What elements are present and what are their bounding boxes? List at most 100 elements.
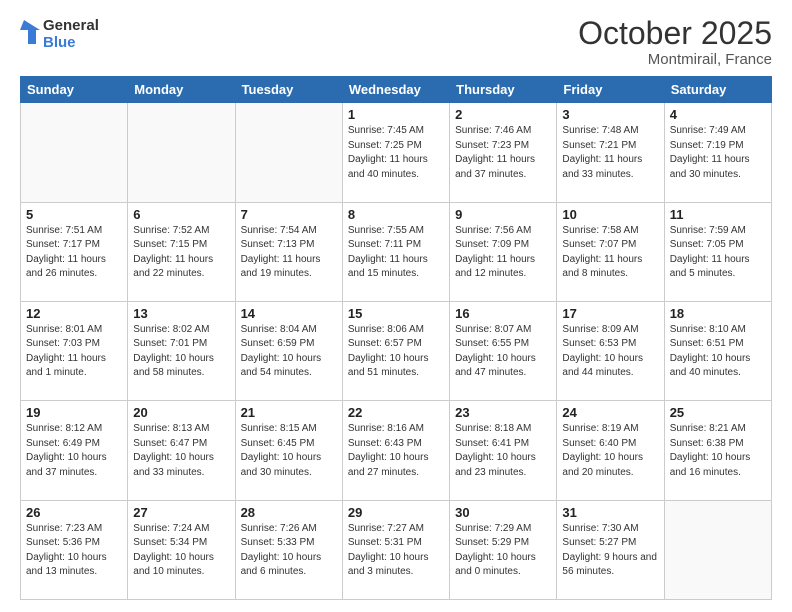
day-info: Sunrise: 8:04 AM Sunset: 6:59 PM Dayligh… bbox=[241, 323, 337, 381]
week-row-4: 26 Sunrise: 7:23 AM Sunset: 5:36 PM Dayli… bbox=[21, 500, 772, 599]
title-block: October 2025 Montmirail, France bbox=[578, 16, 772, 68]
day-info: Sunrise: 7:52 AM Sunset: 7:15 PM Dayligh… bbox=[133, 224, 229, 282]
day-number: 16 bbox=[455, 306, 551, 321]
day-info: Sunrise: 7:30 AM Sunset: 5:27 PM Dayligh… bbox=[562, 522, 658, 580]
table-row bbox=[235, 103, 342, 202]
table-row bbox=[21, 103, 128, 202]
table-row: 25 Sunrise: 8:21 AM Sunset: 6:38 PM Dayli… bbox=[664, 401, 771, 500]
logo-general: General bbox=[43, 17, 99, 34]
col-monday: Monday bbox=[128, 77, 235, 103]
table-row bbox=[128, 103, 235, 202]
day-number: 21 bbox=[241, 405, 337, 420]
table-row: 29 Sunrise: 7:27 AM Sunset: 5:31 PM Dayli… bbox=[342, 500, 449, 599]
day-info: Sunrise: 8:06 AM Sunset: 6:57 PM Dayligh… bbox=[348, 323, 444, 381]
day-info: Sunrise: 8:01 AM Sunset: 7:03 PM Dayligh… bbox=[26, 323, 122, 381]
day-number: 15 bbox=[348, 306, 444, 321]
day-number: 6 bbox=[133, 207, 229, 222]
table-row: 4 Sunrise: 7:49 AM Sunset: 7:19 PM Daylig… bbox=[664, 103, 771, 202]
day-info: Sunrise: 8:13 AM Sunset: 6:47 PM Dayligh… bbox=[133, 422, 229, 480]
header: General Blue October 2025 Montmirail, Fr… bbox=[20, 16, 772, 68]
day-info: Sunrise: 8:12 AM Sunset: 6:49 PM Dayligh… bbox=[26, 422, 122, 480]
day-number: 4 bbox=[670, 107, 766, 122]
logo-blue: Blue bbox=[43, 34, 99, 51]
day-info: Sunrise: 7:23 AM Sunset: 5:36 PM Dayligh… bbox=[26, 522, 122, 580]
day-info: Sunrise: 8:16 AM Sunset: 6:43 PM Dayligh… bbox=[348, 422, 444, 480]
week-row-3: 19 Sunrise: 8:12 AM Sunset: 6:49 PM Dayli… bbox=[21, 401, 772, 500]
day-info: Sunrise: 8:15 AM Sunset: 6:45 PM Dayligh… bbox=[241, 422, 337, 480]
day-info: Sunrise: 7:26 AM Sunset: 5:33 PM Dayligh… bbox=[241, 522, 337, 580]
table-row: 14 Sunrise: 8:04 AM Sunset: 6:59 PM Dayli… bbox=[235, 301, 342, 400]
col-friday: Friday bbox=[557, 77, 664, 103]
day-number: 29 bbox=[348, 505, 444, 520]
day-number: 3 bbox=[562, 107, 658, 122]
table-row: 5Sunrise: 7:51 AM Sunset: 7:17 PM Daylig… bbox=[21, 202, 128, 301]
day-number: 1 bbox=[348, 107, 444, 122]
day-number: 13 bbox=[133, 306, 229, 321]
table-row: 7Sunrise: 7:54 AM Sunset: 7:13 PM Daylig… bbox=[235, 202, 342, 301]
day-info: Sunrise: 7:49 AM Sunset: 7:19 PM Dayligh… bbox=[670, 124, 766, 182]
table-row: 24 Sunrise: 8:19 AM Sunset: 6:40 PM Dayli… bbox=[557, 401, 664, 500]
day-info: Sunrise: 8:09 AM Sunset: 6:53 PM Dayligh… bbox=[562, 323, 658, 381]
table-row: 15 Sunrise: 8:06 AM Sunset: 6:57 PM Dayli… bbox=[342, 301, 449, 400]
col-saturday: Saturday bbox=[664, 77, 771, 103]
table-row: 22 Sunrise: 8:16 AM Sunset: 6:43 PM Dayli… bbox=[342, 401, 449, 500]
table-row bbox=[664, 500, 771, 599]
table-row: 1 Sunrise: 7:45 AM Sunset: 7:25 PM Daylig… bbox=[342, 103, 449, 202]
day-number: 22 bbox=[348, 405, 444, 420]
table-row: 23 Sunrise: 8:18 AM Sunset: 6:41 PM Dayli… bbox=[450, 401, 557, 500]
day-number: 24 bbox=[562, 405, 658, 420]
day-number: 11 bbox=[670, 207, 766, 222]
table-row: 28 Sunrise: 7:26 AM Sunset: 5:33 PM Dayli… bbox=[235, 500, 342, 599]
day-info: Sunrise: 8:19 AM Sunset: 6:40 PM Dayligh… bbox=[562, 422, 658, 480]
day-info: Sunrise: 7:58 AM Sunset: 7:07 PM Dayligh… bbox=[562, 224, 658, 282]
day-info: Sunrise: 7:45 AM Sunset: 7:25 PM Dayligh… bbox=[348, 124, 444, 182]
day-number: 30 bbox=[455, 505, 551, 520]
page: General Blue October 2025 Montmirail, Fr… bbox=[0, 0, 792, 612]
day-number: 14 bbox=[241, 306, 337, 321]
day-info: Sunrise: 7:51 AM Sunset: 7:17 PM Dayligh… bbox=[26, 224, 122, 282]
table-row: 17Sunrise: 8:09 AM Sunset: 6:53 PM Dayli… bbox=[557, 301, 664, 400]
table-row: 9Sunrise: 7:56 AM Sunset: 7:09 PM Daylig… bbox=[450, 202, 557, 301]
day-info: Sunrise: 8:07 AM Sunset: 6:55 PM Dayligh… bbox=[455, 323, 551, 381]
day-info: Sunrise: 8:18 AM Sunset: 6:41 PM Dayligh… bbox=[455, 422, 551, 480]
table-row: 3Sunrise: 7:48 AM Sunset: 7:21 PM Daylig… bbox=[557, 103, 664, 202]
table-row: 10 Sunrise: 7:58 AM Sunset: 7:07 PM Dayli… bbox=[557, 202, 664, 301]
day-number: 9 bbox=[455, 207, 551, 222]
table-row: 18Sunrise: 8:10 AM Sunset: 6:51 PM Dayli… bbox=[664, 301, 771, 400]
location: Montmirail, France bbox=[578, 51, 772, 68]
day-number: 26 bbox=[26, 505, 122, 520]
day-number: 12 bbox=[26, 306, 122, 321]
day-number: 7 bbox=[241, 207, 337, 222]
week-row-1: 5Sunrise: 7:51 AM Sunset: 7:17 PM Daylig… bbox=[21, 202, 772, 301]
table-row: 30 Sunrise: 7:29 AM Sunset: 5:29 PM Dayli… bbox=[450, 500, 557, 599]
day-info: Sunrise: 7:46 AM Sunset: 7:23 PM Dayligh… bbox=[455, 124, 551, 182]
week-row-2: 12 Sunrise: 8:01 AM Sunset: 7:03 PM Dayli… bbox=[21, 301, 772, 400]
day-number: 28 bbox=[241, 505, 337, 520]
table-row: 26 Sunrise: 7:23 AM Sunset: 5:36 PM Dayli… bbox=[21, 500, 128, 599]
table-row: 27Sunrise: 7:24 AM Sunset: 5:34 PM Dayli… bbox=[128, 500, 235, 599]
day-number: 10 bbox=[562, 207, 658, 222]
day-info: Sunrise: 8:02 AM Sunset: 7:01 PM Dayligh… bbox=[133, 323, 229, 381]
calendar-header-row: Sunday Monday Tuesday Wednesday Thursday… bbox=[21, 77, 772, 103]
col-thursday: Thursday bbox=[450, 77, 557, 103]
table-row: 13 Sunrise: 8:02 AM Sunset: 7:01 PM Dayli… bbox=[128, 301, 235, 400]
day-number: 20 bbox=[133, 405, 229, 420]
day-info: Sunrise: 7:24 AM Sunset: 5:34 PM Dayligh… bbox=[133, 522, 229, 580]
table-row: 31 Sunrise: 7:30 AM Sunset: 5:27 PM Dayli… bbox=[557, 500, 664, 599]
day-number: 23 bbox=[455, 405, 551, 420]
col-sunday: Sunday bbox=[21, 77, 128, 103]
week-row-0: 1 Sunrise: 7:45 AM Sunset: 7:25 PM Daylig… bbox=[21, 103, 772, 202]
col-tuesday: Tuesday bbox=[235, 77, 342, 103]
table-row: 16 Sunrise: 8:07 AM Sunset: 6:55 PM Dayli… bbox=[450, 301, 557, 400]
day-number: 19 bbox=[26, 405, 122, 420]
day-number: 8 bbox=[348, 207, 444, 222]
day-info: Sunrise: 8:21 AM Sunset: 6:38 PM Dayligh… bbox=[670, 422, 766, 480]
day-info: Sunrise: 7:27 AM Sunset: 5:31 PM Dayligh… bbox=[348, 522, 444, 580]
calendar-table: Sunday Monday Tuesday Wednesday Thursday… bbox=[20, 76, 772, 600]
day-number: 25 bbox=[670, 405, 766, 420]
day-number: 31 bbox=[562, 505, 658, 520]
day-info: Sunrise: 7:29 AM Sunset: 5:29 PM Dayligh… bbox=[455, 522, 551, 580]
day-info: Sunrise: 7:59 AM Sunset: 7:05 PM Dayligh… bbox=[670, 224, 766, 282]
table-row: 21 Sunrise: 8:15 AM Sunset: 6:45 PM Dayli… bbox=[235, 401, 342, 500]
table-row: 12 Sunrise: 8:01 AM Sunset: 7:03 PM Dayli… bbox=[21, 301, 128, 400]
